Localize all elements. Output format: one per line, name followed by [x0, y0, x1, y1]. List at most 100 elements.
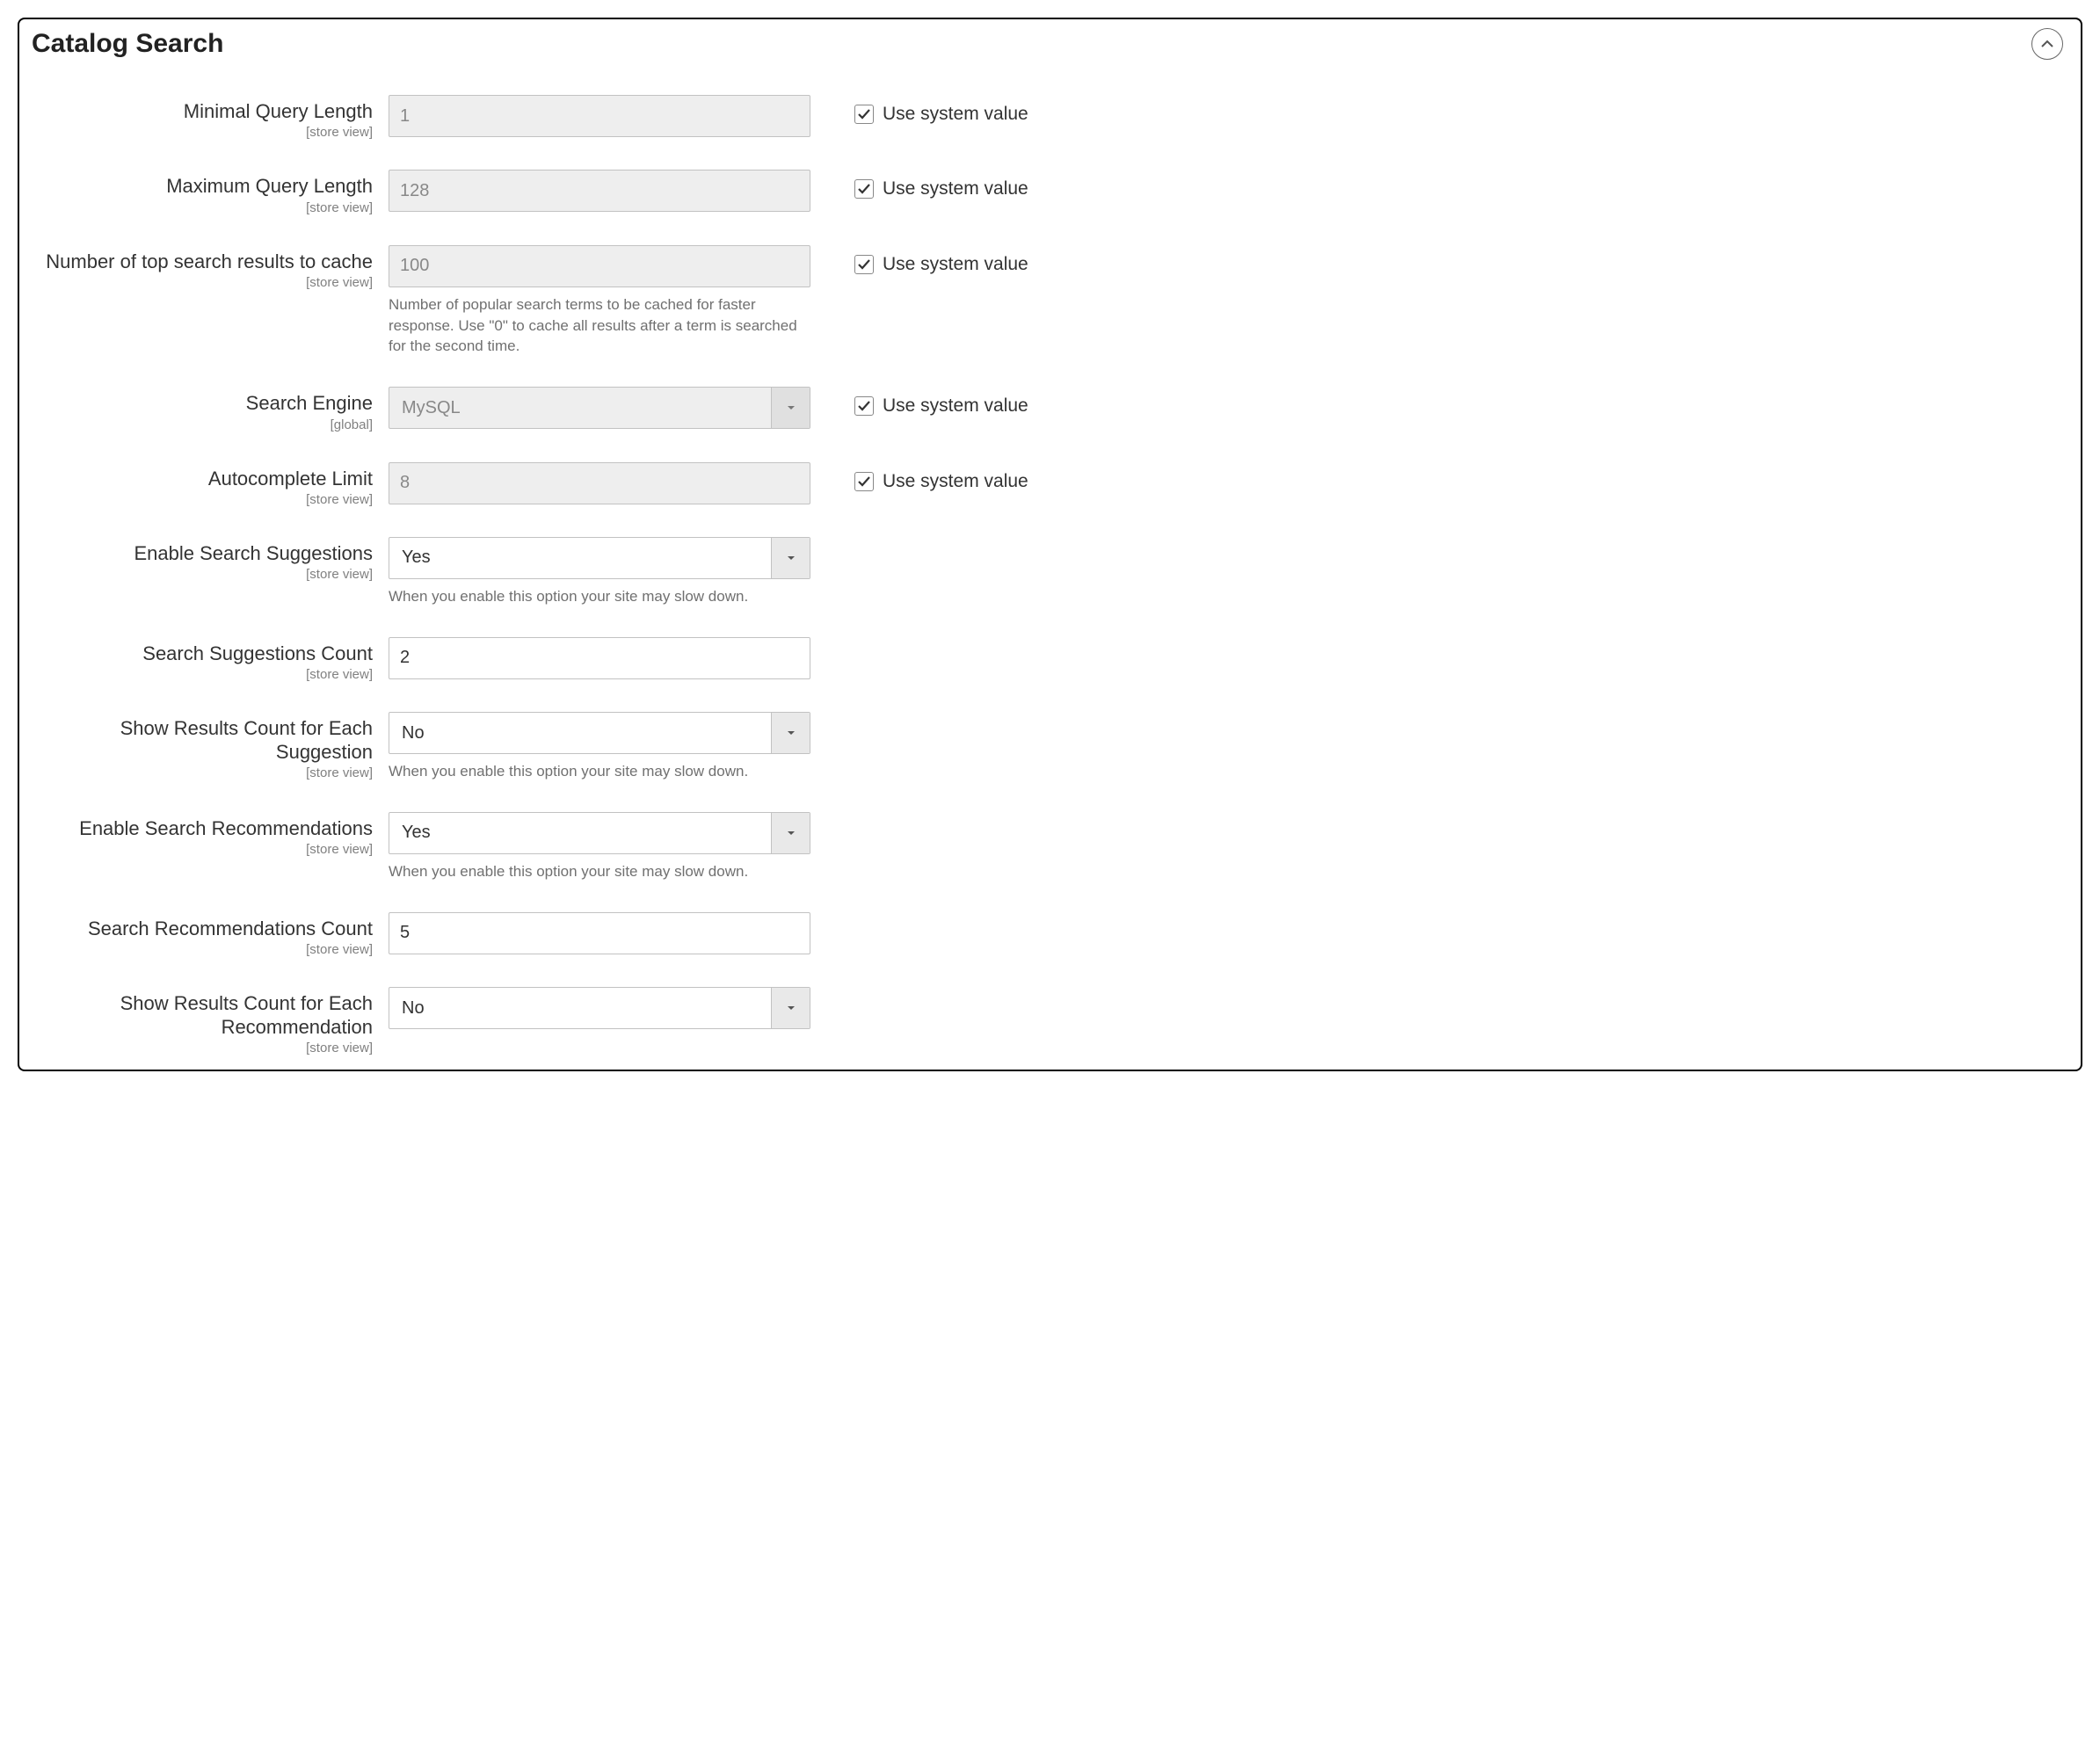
field-show-results-per-recommendation: Show Results Count for Each Recommendati… — [37, 987, 2063, 1055]
select-caret — [771, 538, 810, 578]
label-col: Maximum Query Length [store view] — [37, 170, 389, 214]
input-col: Yes When you enable this option your sit… — [389, 812, 810, 882]
label-col: Enable Search Suggestions [store view] — [37, 537, 389, 582]
enable-suggestions-select[interactable]: Yes — [389, 537, 810, 579]
search-engine-select[interactable]: MySQL — [389, 387, 810, 429]
field-scope: [store view] — [37, 667, 373, 682]
select-caret — [771, 988, 810, 1028]
field-max-query-length: Maximum Query Length [store view] Use sy… — [37, 170, 2063, 214]
panel-header: Catalog Search — [19, 19, 2081, 69]
enable-recommendations-select[interactable]: Yes — [389, 812, 810, 854]
helper-text: When you enable this option your site ma… — [389, 586, 810, 607]
sysval-col — [810, 987, 854, 996]
check-icon — [857, 182, 871, 196]
caret-down-icon — [786, 403, 796, 413]
sysval-col — [810, 812, 854, 821]
field-scope: [store view] — [37, 765, 373, 780]
label-col: Enable Search Recommendations [store vie… — [37, 812, 389, 857]
max-query-length-input[interactable] — [389, 170, 810, 212]
label-col: Search Recommendations Count [store view… — [37, 912, 389, 957]
field-suggestions-count: Search Suggestions Count [store view] — [37, 637, 2063, 682]
field-scope: [store view] — [37, 275, 373, 290]
field-scope: [store view] — [37, 942, 373, 957]
input-col: No When you enable this option your site… — [389, 712, 810, 782]
field-recommendations-count: Search Recommendations Count [store view… — [37, 912, 2063, 957]
sysval-col: Use system value — [810, 387, 1028, 417]
label-col: Show Results Count for Each Suggestion [… — [37, 712, 389, 780]
use-system-label[interactable]: Use system value — [883, 178, 1028, 199]
input-col: Yes When you enable this option your sit… — [389, 537, 810, 607]
field-scope: [global] — [37, 417, 373, 432]
label-col: Show Results Count for Each Recommendati… — [37, 987, 389, 1055]
select-value: Yes — [400, 548, 771, 568]
field-label: Search Suggestions Count — [142, 642, 373, 664]
field-label: Number of top search results to cache — [46, 250, 373, 272]
collapse-button[interactable] — [2031, 28, 2063, 60]
label-col: Autocomplete Limit [store view] — [37, 462, 389, 507]
use-system-checkbox[interactable] — [854, 255, 874, 274]
field-scope: [store view] — [37, 200, 373, 215]
caret-down-icon — [786, 828, 796, 838]
input-col: MySQL — [389, 387, 810, 429]
select-value: Yes — [400, 823, 771, 843]
field-label: Enable Search Recommendations — [79, 817, 373, 839]
select-value: No — [400, 998, 771, 1019]
select-value: MySQL — [400, 398, 771, 418]
field-min-query-length: Minimal Query Length [store view] Use sy… — [37, 95, 2063, 140]
sysval-col — [810, 537, 854, 546]
field-enable-suggestions: Enable Search Suggestions [store view] Y… — [37, 537, 2063, 607]
suggestions-count-input[interactable] — [389, 637, 810, 679]
show-results-per-suggestion-select[interactable]: No — [389, 712, 810, 754]
field-search-engine: Search Engine [global] MySQL Use system … — [37, 387, 2063, 432]
field-label: Minimal Query Length — [184, 100, 373, 122]
field-label: Autocomplete Limit — [208, 468, 373, 490]
field-label: Show Results Count for Each Suggestion — [120, 717, 373, 762]
catalog-search-panel: Catalog Search Minimal Query Length [sto… — [18, 18, 2082, 1071]
field-scope: [store view] — [37, 842, 373, 857]
select-caret — [771, 813, 810, 853]
check-icon — [857, 257, 871, 272]
helper-text: When you enable this option your site ma… — [389, 761, 810, 782]
min-query-length-input[interactable] — [389, 95, 810, 137]
input-col: Number of popular search terms to be cac… — [389, 245, 810, 357]
use-system-label[interactable]: Use system value — [883, 395, 1028, 417]
label-col: Search Engine [global] — [37, 387, 389, 432]
section-title: Catalog Search — [32, 29, 223, 59]
check-icon — [857, 475, 871, 489]
input-col — [389, 170, 810, 212]
sysval-col: Use system value — [810, 245, 1028, 275]
field-show-results-per-suggestion: Show Results Count for Each Suggestion [… — [37, 712, 2063, 782]
use-system-checkbox[interactable] — [854, 396, 874, 416]
use-system-label[interactable]: Use system value — [883, 104, 1028, 125]
select-value: No — [400, 723, 771, 743]
field-scope: [store view] — [37, 125, 373, 140]
label-col: Search Suggestions Count [store view] — [37, 637, 389, 682]
field-label: Enable Search Suggestions — [134, 542, 373, 564]
use-system-checkbox[interactable] — [854, 179, 874, 199]
use-system-checkbox[interactable] — [854, 105, 874, 124]
autocomplete-limit-input[interactable] — [389, 462, 810, 504]
use-system-label[interactable]: Use system value — [883, 471, 1028, 492]
input-col — [389, 912, 810, 954]
select-caret — [771, 713, 810, 753]
chevron-up-icon — [2040, 37, 2054, 51]
caret-down-icon — [786, 1003, 796, 1013]
top-results-cache-input[interactable] — [389, 245, 810, 287]
input-col — [389, 637, 810, 679]
label-col: Number of top search results to cache [s… — [37, 245, 389, 290]
field-label: Maximum Query Length — [166, 175, 373, 197]
sysval-col: Use system value — [810, 462, 1028, 492]
use-system-label[interactable]: Use system value — [883, 254, 1028, 275]
helper-text: When you enable this option your site ma… — [389, 861, 810, 882]
use-system-checkbox[interactable] — [854, 472, 874, 491]
check-icon — [857, 399, 871, 413]
label-col: Minimal Query Length [store view] — [37, 95, 389, 140]
check-icon — [857, 107, 871, 121]
panel-body: Minimal Query Length [store view] Use sy… — [19, 69, 2081, 1070]
field-autocomplete-limit: Autocomplete Limit [store view] Use syst… — [37, 462, 2063, 507]
show-results-per-recommendation-select[interactable]: No — [389, 987, 810, 1029]
field-label: Show Results Count for Each Recommendati… — [120, 992, 373, 1037]
select-caret — [771, 388, 810, 428]
recommendations-count-input[interactable] — [389, 912, 810, 954]
sysval-col — [810, 712, 854, 721]
